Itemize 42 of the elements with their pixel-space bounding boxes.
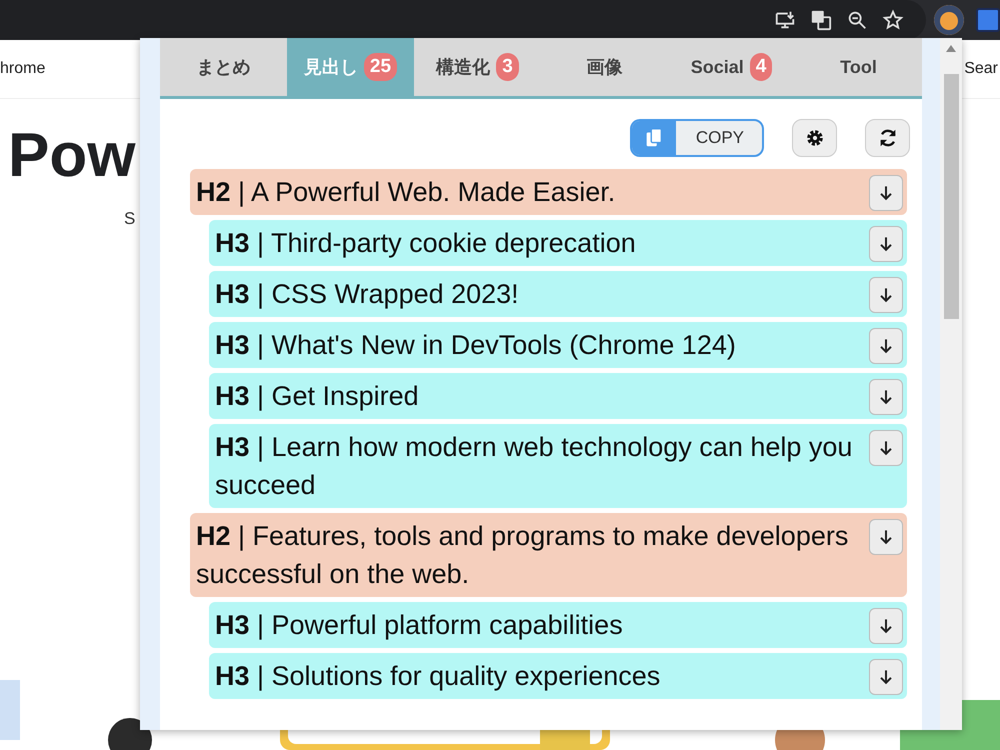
heading-text: H3 | Third-party cookie deprecation <box>214 227 637 260</box>
scroll-thumb[interactable] <box>944 74 958 319</box>
page-headline: Pow <box>8 125 136 187</box>
heading-text: H3 | What's New in DevTools (Chrome 124) <box>214 329 737 362</box>
count-badge: 3 <box>496 53 519 81</box>
jump-button[interactable] <box>869 659 903 695</box>
window-icon[interactable] <box>976 8 1000 32</box>
heading-text: H3 | Get Inspired <box>214 380 420 413</box>
heading-text: H3 | CSS Wrapped 2023! <box>214 278 520 311</box>
monitor-download-icon[interactable] <box>774 9 796 31</box>
extension-icon[interactable] <box>934 5 964 35</box>
star-icon[interactable] <box>882 9 904 31</box>
translate-icon[interactable] <box>810 9 832 31</box>
breadcrumb-text: hrome <box>0 60 46 78</box>
search-link[interactable]: Sear <box>964 60 1000 78</box>
jump-button[interactable] <box>869 226 903 262</box>
page-subtitle: S <box>124 209 136 229</box>
copy-button[interactable]: COPY <box>630 119 764 157</box>
count-badge: 4 <box>750 53 772 81</box>
scroll-up-icon[interactable] <box>946 44 956 52</box>
heading-text: H2 | A Powerful Web. Made Easier. <box>195 176 616 209</box>
heading-text: H3 | Learn how modern web technology can help you succeed <box>214 431 854 502</box>
tab[interactable]: Social 4 <box>668 38 795 96</box>
tab[interactable]: まとめ <box>160 38 287 96</box>
tab[interactable]: Tool <box>795 38 922 96</box>
jump-button[interactable] <box>869 277 903 313</box>
jump-button[interactable] <box>869 430 903 466</box>
jump-button[interactable] <box>869 608 903 644</box>
jump-button[interactable] <box>869 379 903 415</box>
heading-text: H3 | Solutions for quality experiences <box>214 660 662 693</box>
scrollbar[interactable] <box>940 38 962 730</box>
count-badge: 25 <box>364 53 398 81</box>
jump-button[interactable] <box>869 175 903 211</box>
tab[interactable]: 構造化 3 <box>414 38 541 96</box>
tab[interactable]: 画像 <box>541 38 668 96</box>
zoom-out-icon[interactable] <box>846 9 868 31</box>
refresh-button[interactable] <box>865 119 910 157</box>
jump-button[interactable] <box>869 519 903 555</box>
jump-button[interactable] <box>869 328 903 364</box>
heading-text: H2 | Features, tools and programs to make developers successful on the web. <box>195 520 850 591</box>
heading-text: H3 | Powerful platform capabilities <box>214 609 624 642</box>
settings-button[interactable] <box>792 119 837 157</box>
